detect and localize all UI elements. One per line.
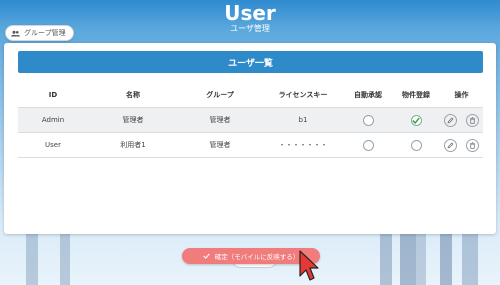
check-icon [203,253,210,259]
cell-license: b1 [262,107,344,133]
cell-group: 管理者 [178,107,262,133]
trash-icon [469,141,475,149]
mouse-cursor-icon [299,250,319,281]
check-icon [412,117,420,124]
column-header-auto-approve: 自動承認 [344,83,392,108]
pencil-icon [447,117,454,123]
cell-id: Admin [18,107,88,133]
user-table: ID 名称 グループ ライセンスキー 自動承認 物件登録 操作 Admin 管理… [18,83,483,158]
column-header-actions: 操作 [440,83,483,108]
column-header-license: ライセンスキー [262,83,344,108]
page-subtitle: ユーザ管理 [230,24,270,33]
cell-group: 管理者 [178,132,262,158]
edit-button[interactable] [444,113,458,127]
confirm-label: 確定（モバイルに反映する） [214,253,300,261]
people-icon [11,30,20,36]
pencil-icon [447,142,454,148]
trash-icon [469,116,475,124]
cell-name: 利用者1 [88,132,178,158]
page-title: User [224,1,276,25]
auto-approve-checkbox[interactable] [362,114,374,126]
column-header-property-register: 物件登録 [392,83,440,108]
column-header-group: グループ [178,83,262,108]
group-management-button[interactable]: グループ管理 [5,25,74,41]
delete-button[interactable] [465,113,479,127]
column-header-id: ID [18,83,88,108]
user-list-panel: ユーザ一覧 ID 名称 グループ ライセンスキー 自動承認 物件登録 操作 Ad… [4,43,496,268]
user-list-title: ユーザ一覧 [18,51,483,73]
property-register-checkbox[interactable] [410,114,422,126]
edit-button[interactable] [444,138,458,152]
cell-name: 管理者 [88,107,178,133]
table-header-row: ID 名称 グループ ライセンスキー 自動承認 物件登録 操作 [18,83,483,108]
table-row[interactable]: User 利用者1 管理者 ・・・・・・・ [18,132,483,158]
auto-approve-checkbox[interactable] [362,139,374,151]
property-register-checkbox[interactable] [410,139,422,151]
page-header: User ユーザ管理 [0,0,500,33]
column-header-name: 名称 [88,83,178,108]
cell-id: User [18,132,88,158]
cell-license: ・・・・・・・ [262,132,344,158]
delete-button[interactable] [465,138,479,152]
group-management-label: グループ管理 [24,29,66,37]
table-row[interactable]: Admin 管理者 管理者 b1 [18,107,483,133]
